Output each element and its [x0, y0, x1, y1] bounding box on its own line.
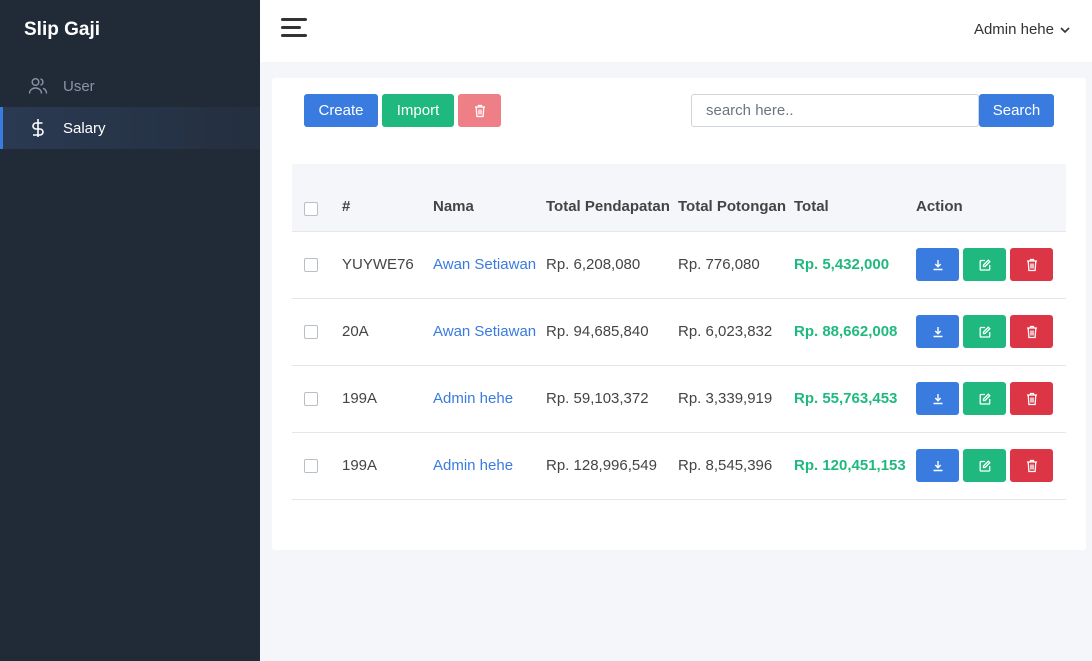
row-checkbox[interactable] [304, 392, 318, 407]
users-icon [28, 76, 48, 96]
search-button[interactable]: Search [979, 94, 1054, 127]
row-checkbox[interactable] [304, 325, 318, 340]
app-brand: Slip Gaji [24, 19, 101, 40]
download-button[interactable] [916, 315, 959, 348]
table-row: YUYWE76 Awan Setiawan Rp. 6,208,080 Rp. … [292, 231, 1066, 299]
select-all-checkbox[interactable] [304, 201, 318, 216]
table-row: 199A Admin hehe Rp. 59,103,372 Rp. 3,339… [292, 365, 1066, 433]
cell-id: 199A [342, 365, 433, 433]
cell-potongan: Rp. 8,545,396 [678, 432, 794, 500]
column-header-action: Action [916, 164, 1066, 232]
cell-potongan: Rp. 6,023,832 [678, 298, 794, 366]
column-header-nama: Nama [433, 164, 546, 232]
edit-button[interactable] [963, 315, 1006, 348]
cell-pendapatan: Rp. 59,103,372 [546, 365, 678, 433]
edit-button[interactable] [963, 449, 1006, 482]
search-input[interactable] [691, 94, 979, 127]
employee-name-link[interactable]: Admin hehe [433, 390, 513, 407]
employee-name-link[interactable]: Admin hehe [433, 457, 513, 474]
trash-icon [1026, 459, 1038, 473]
delete-selected-button[interactable] [458, 94, 501, 127]
trash-icon [1026, 325, 1038, 339]
download-icon [932, 326, 944, 338]
cell-total: Rp. 88,662,008 [794, 298, 916, 366]
table-row: 199A Admin hehe Rp. 128,996,549 Rp. 8,54… [292, 432, 1066, 500]
sidebar-item-user[interactable]: User [0, 65, 260, 107]
cell-total: Rp. 120,451,153 [794, 432, 916, 500]
cell-id: 199A [342, 432, 433, 500]
menu-toggle-icon[interactable] [281, 18, 307, 38]
cell-total: Rp. 55,763,453 [794, 365, 916, 433]
sidebar-item-salary[interactable]: Salary [0, 107, 260, 149]
delete-button[interactable] [1010, 449, 1053, 482]
edit-icon [979, 325, 991, 338]
cell-potongan: Rp. 3,339,919 [678, 365, 794, 433]
trash-icon [474, 104, 486, 118]
cell-potongan: Rp. 776,080 [678, 231, 794, 299]
row-checkbox[interactable] [304, 459, 318, 474]
download-icon [932, 259, 944, 271]
trash-icon [1026, 392, 1038, 406]
edit-icon [979, 459, 991, 472]
employee-name-link[interactable]: Awan Setiawan [433, 256, 536, 273]
sidebar-item-label: User [63, 77, 95, 95]
download-icon [932, 393, 944, 405]
salary-card: Create Import Search # Nama Total Pendap… [272, 78, 1086, 550]
download-icon [932, 460, 944, 472]
column-header-id: # [342, 164, 433, 232]
download-button[interactable] [916, 449, 959, 482]
sidebar: Slip Gaji User Salary [0, 0, 260, 661]
delete-button[interactable] [1010, 248, 1053, 281]
download-button[interactable] [916, 248, 959, 281]
create-button[interactable]: Create [304, 94, 378, 127]
table-header-row: # Nama Total Pendapatan Total Potongan T… [292, 164, 1066, 232]
user-menu[interactable]: Admin hehe [974, 21, 1070, 38]
column-header-potongan: Total Potongan [678, 164, 794, 232]
cell-pendapatan: Rp. 94,685,840 [546, 298, 678, 366]
cell-id: YUYWE76 [342, 231, 433, 299]
cell-id: 20A [342, 298, 433, 366]
edit-icon [979, 258, 991, 271]
row-checkbox[interactable] [304, 258, 318, 273]
import-button[interactable]: Import [382, 94, 454, 127]
chevron-down-icon [1060, 26, 1070, 33]
trash-icon [1026, 258, 1038, 272]
edit-button[interactable] [963, 382, 1006, 415]
cell-total: Rp. 5,432,000 [794, 231, 916, 299]
edit-button[interactable] [963, 248, 1006, 281]
sidebar-item-label: Salary [63, 119, 106, 137]
salary-table: # Nama Total Pendapatan Total Potongan T… [292, 164, 1066, 500]
column-header-pendapatan: Total Pendapatan [546, 164, 678, 232]
edit-icon [979, 392, 991, 405]
employee-name-link[interactable]: Awan Setiawan [433, 323, 536, 340]
cell-pendapatan: Rp. 6,208,080 [546, 231, 678, 299]
delete-button[interactable] [1010, 382, 1053, 415]
topbar: Admin hehe [260, 0, 1092, 62]
table-row: 20A Awan Setiawan Rp. 94,685,840 Rp. 6,0… [292, 298, 1066, 366]
delete-button[interactable] [1010, 315, 1053, 348]
column-header-total: Total [794, 164, 916, 232]
cell-pendapatan: Rp. 128,996,549 [546, 432, 678, 500]
download-button[interactable] [916, 382, 959, 415]
dollar-icon [28, 118, 48, 138]
user-name: Admin hehe [973, 21, 1054, 38]
